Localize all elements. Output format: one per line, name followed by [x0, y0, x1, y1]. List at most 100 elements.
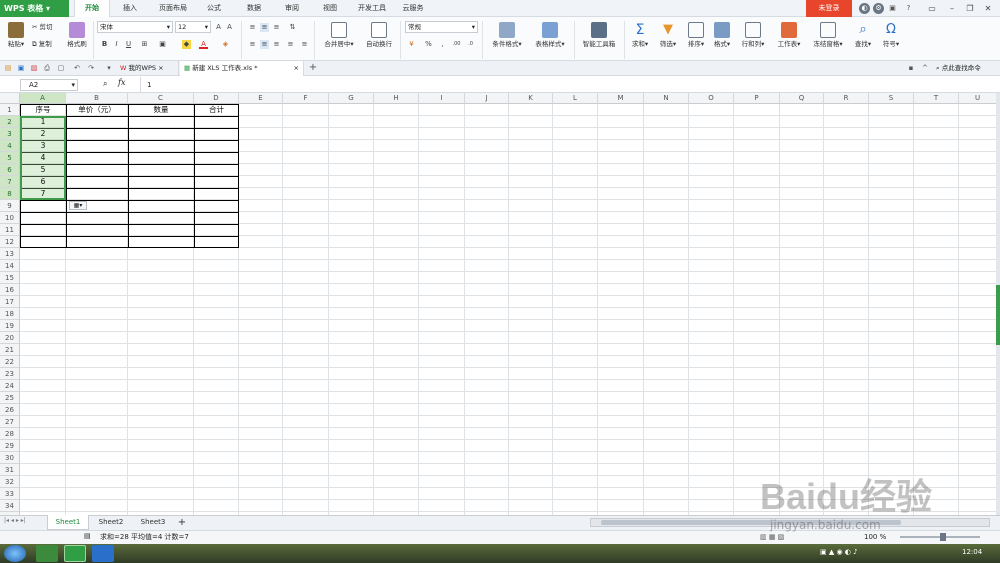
merge-center-button[interactable]: 合并居中▾ [318, 22, 360, 49]
row-header-5[interactable]: 5 [0, 152, 20, 164]
redo-icon[interactable]: ↷ [86, 63, 96, 73]
serial-cell[interactable]: 3 [20, 140, 66, 152]
serial-cell[interactable]: 1 [20, 116, 66, 128]
row-header-17[interactable]: 17 [0, 296, 20, 308]
header-cell-unit-price[interactable]: 单价（元） [66, 104, 128, 116]
name-box[interactable]: A2 ▾ [20, 79, 78, 91]
tab-review[interactable]: 审阅 [276, 0, 308, 17]
serial-cell[interactable]: 2 [20, 128, 66, 140]
column-header-d[interactable]: D [194, 93, 239, 104]
thousands-icon[interactable]: , [438, 40, 447, 49]
serial-cell[interactable]: 5 [20, 164, 66, 176]
row-header-10[interactable]: 10 [0, 212, 20, 224]
fx-icon[interactable]: fx [118, 78, 125, 87]
more-dropdown-icon[interactable]: ▾ [104, 63, 114, 73]
worksheet-button[interactable]: 工作表▾ [774, 22, 804, 49]
align-middle-icon[interactable]: ≡ [260, 23, 269, 32]
increase-decimal-icon[interactable]: .00 [452, 40, 461, 49]
freeze-panes-button[interactable]: 冻结窗格▾ [808, 22, 848, 49]
column-header-p[interactable]: P [734, 93, 780, 104]
row-header-23[interactable]: 23 [0, 368, 20, 380]
header-cell-total[interactable]: 合计 [194, 104, 239, 116]
formula-input[interactable]: 1 [140, 77, 1000, 93]
distribute-icon[interactable]: ≡ [300, 40, 309, 49]
align-left-icon[interactable]: ≡ [248, 40, 257, 49]
wps-logo-menu[interactable]: WPS 表格 ▾ [0, 0, 69, 17]
decrease-font-icon[interactable]: A [225, 23, 234, 32]
column-header-r[interactable]: R [824, 93, 869, 104]
format-painter-button[interactable]: 格式刷 [64, 22, 90, 49]
tab-cloud[interactable]: 云服务 [396, 0, 430, 17]
header-cell-serial[interactable]: 序号 [20, 104, 66, 116]
serial-cell[interactable]: 4 [20, 152, 66, 164]
row-header-2[interactable]: 2 [0, 116, 20, 128]
row-header-22[interactable]: 22 [0, 356, 20, 368]
percent-button[interactable]: % [424, 40, 433, 49]
sheet-nav-arrows[interactable]: |◂ ◂ ▸ ▸| [4, 517, 26, 524]
row-header-1[interactable]: 1 [0, 104, 20, 116]
align-bottom-icon[interactable]: ≡ [272, 23, 281, 32]
copy-button[interactable]: ⧉ 复制 [32, 38, 52, 50]
select-all-corner[interactable] [0, 93, 20, 104]
border-icon[interactable]: ⊞ [140, 40, 149, 49]
tab-document[interactable]: ▦ 新建 XLS 工作表.xls * × [180, 61, 304, 76]
column-header-q[interactable]: Q [780, 93, 824, 104]
collapse-icon[interactable]: ^ [920, 63, 930, 73]
login-button[interactable]: 未登录 [806, 0, 852, 17]
row-header-8[interactable]: 8 [0, 188, 20, 200]
number-format-select[interactable]: 常规 ▾ [405, 21, 478, 33]
row-header-6[interactable]: 6 [0, 164, 20, 176]
column-header-e[interactable]: E [239, 93, 283, 104]
row-header-24[interactable]: 24 [0, 380, 20, 392]
row-header-33[interactable]: 33 [0, 488, 20, 500]
format-button[interactable]: 格式▾ [710, 22, 734, 49]
feedback-icon[interactable]: ▣ [887, 3, 898, 14]
taskbar-app-wps-writer[interactable] [92, 545, 114, 562]
column-header-u[interactable]: U [959, 93, 996, 104]
tray-icons[interactable]: ▣ ▲ ◉ ◐ ♪ [820, 548, 858, 556]
row-header-28[interactable]: 28 [0, 428, 20, 440]
taskbar-app-browser[interactable] [36, 545, 58, 562]
row-header-16[interactable]: 16 [0, 284, 20, 296]
column-header-j[interactable]: J [465, 93, 509, 104]
comment-icon[interactable]: ▪ [906, 63, 916, 73]
font-name-select[interactable]: 宋体 ▾ [97, 21, 173, 33]
row-header-26[interactable]: 26 [0, 404, 20, 416]
start-button[interactable] [4, 545, 26, 562]
side-panel-handle[interactable] [996, 285, 1000, 345]
tab-data[interactable]: 数据 [238, 0, 270, 17]
column-header-t[interactable]: T [914, 93, 959, 104]
sheet-tab-2[interactable]: Sheet2 [90, 515, 132, 530]
increase-font-icon[interactable]: A [214, 23, 223, 32]
column-header-m[interactable]: M [598, 93, 644, 104]
maximize-button[interactable]: ❐ [960, 0, 980, 17]
currency-icon[interactable]: ¥ [407, 40, 416, 49]
row-header-25[interactable]: 25 [0, 392, 20, 404]
close-button[interactable]: ✕ [978, 0, 998, 17]
sort-button[interactable]: 排序▾ [684, 22, 708, 49]
row-header-14[interactable]: 14 [0, 260, 20, 272]
row-header-9[interactable]: 9 [0, 200, 20, 212]
row-header-27[interactable]: 27 [0, 416, 20, 428]
row-header-7[interactable]: 7 [0, 176, 20, 188]
filter-button[interactable]: ▼ 筛选▾ [656, 22, 680, 49]
clear-format-icon[interactable]: ◈ [221, 40, 230, 49]
header-cell-quantity[interactable]: 数量 [128, 104, 194, 116]
sum-button[interactable]: Σ 求和▾ [628, 22, 652, 49]
smart-toolbox-button[interactable]: 智能工具箱 [578, 22, 620, 49]
tab-view[interactable]: 视图 [314, 0, 346, 17]
new-tab-icon[interactable]: + [308, 63, 318, 73]
bold-button[interactable]: B [100, 40, 109, 49]
tab-formula[interactable]: 公式 [198, 0, 230, 17]
column-header-g[interactable]: G [329, 93, 374, 104]
align-right-icon[interactable]: ≡ [272, 40, 281, 49]
row-col-button[interactable]: 行和列▾ [738, 22, 768, 49]
view-mode-icons[interactable]: ▥ ▦ ▧ [760, 532, 784, 542]
fill-color-icon[interactable]: ◆ [182, 40, 191, 49]
serial-cell[interactable]: 6 [20, 176, 66, 188]
settings-icon[interactable]: ⚙ [873, 3, 884, 14]
restore-ribbon-icon[interactable]: ▭ [922, 0, 942, 17]
row-header-18[interactable]: 18 [0, 308, 20, 320]
column-header-b[interactable]: B [66, 93, 128, 104]
macro-icon[interactable]: ▤ [84, 532, 91, 540]
